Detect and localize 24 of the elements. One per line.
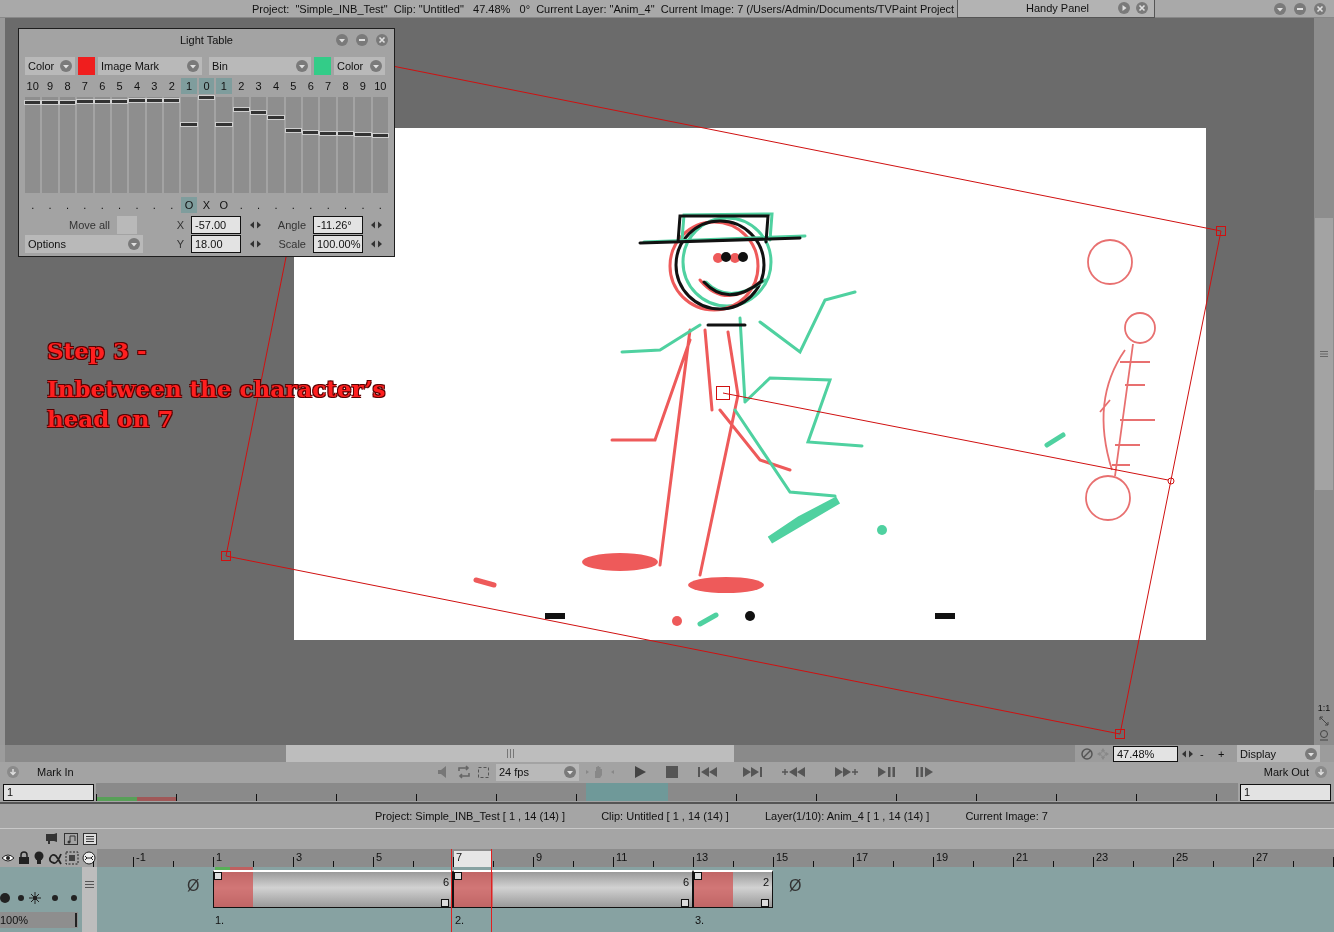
panel-title: Handy Panel (1026, 2, 1089, 14)
instance-number: 3. (695, 914, 705, 926)
empty-frame-marker: Ø (789, 877, 802, 895)
field-label: X (175, 219, 185, 231)
window-title: Project: "Simple_INB_Test" Clip: "Untitled" 47.48% 0° Current Layer: "Anim_4" Current Image: 7 (/Users/Admin/Documents/TVPaint Project (251, 2, 956, 15)
instance-length: 6 (442, 876, 449, 888)
field-label: Y (175, 238, 185, 250)
panel-title: Light Table (180, 34, 233, 46)
timeline-info: Clip: Untitled [ 1 , 14 (14) ] (601, 810, 729, 822)
timeline-info: Project: Simple_INB_Test [ 1 , 14 (14) ] (375, 810, 566, 822)
mark-out-label: Mark Out (1263, 766, 1309, 778)
mark-in-label: Mark In (37, 766, 74, 778)
field-label: Angle (276, 219, 307, 231)
field-label: Move all (68, 219, 111, 231)
instance-length: 2 (762, 876, 769, 888)
timeline-info: Current Image: 7 (965, 810, 1048, 822)
instance-number: 2. (455, 914, 465, 926)
caption-heading: Step 3 - (47, 336, 147, 366)
instance-number: 1. (215, 914, 225, 926)
timeline-info: Layer(1/10): Anim_4 [ 1 , 14 (14) ] (764, 810, 930, 822)
empty-frame-marker: Ø (187, 877, 200, 895)
opacity-value: 100% (0, 914, 29, 926)
instance-length: 6 (682, 876, 689, 888)
field-label: Scale (277, 238, 307, 250)
